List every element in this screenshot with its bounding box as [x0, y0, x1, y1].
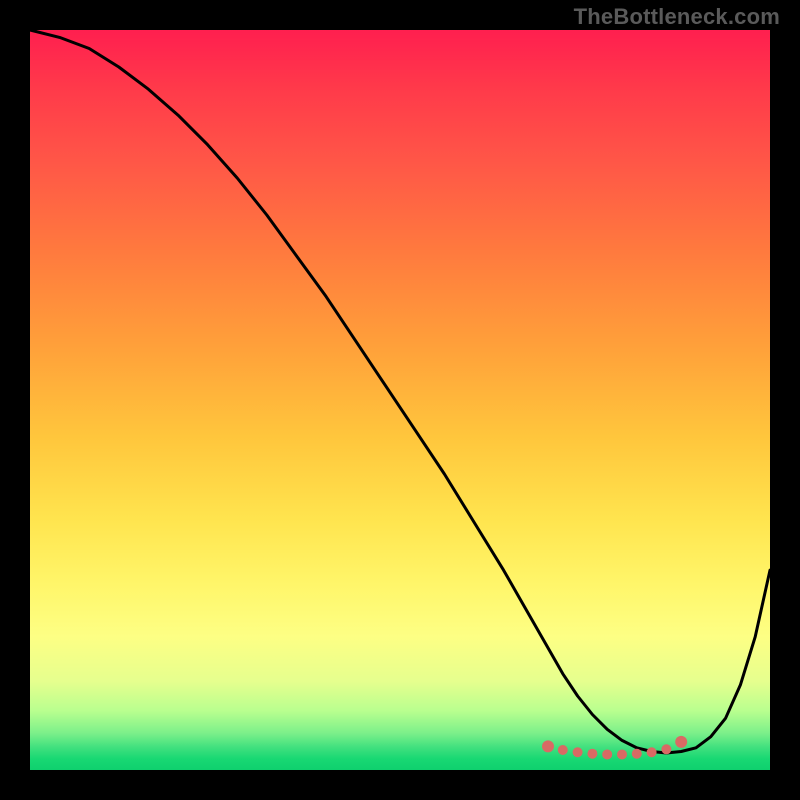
curve-svg [30, 30, 770, 770]
sweet-spot-point [647, 747, 657, 757]
sweet-spot-point [661, 744, 671, 754]
sweet-spot-point [617, 749, 627, 759]
chart-frame: TheBottleneck.com [0, 0, 800, 800]
sweet-spot-point [558, 745, 568, 755]
sweet-spot-point [542, 740, 554, 752]
sweet-spot-point [602, 749, 612, 759]
bottleneck-curve [30, 30, 770, 753]
sweet-spot-point [587, 749, 597, 759]
chart-plot-area [30, 30, 770, 770]
sweet-spot-point [675, 736, 687, 748]
sweet-spot-points [542, 736, 687, 760]
sweet-spot-point [632, 749, 642, 759]
sweet-spot-point [573, 747, 583, 757]
watermark-text: TheBottleneck.com [574, 4, 780, 30]
